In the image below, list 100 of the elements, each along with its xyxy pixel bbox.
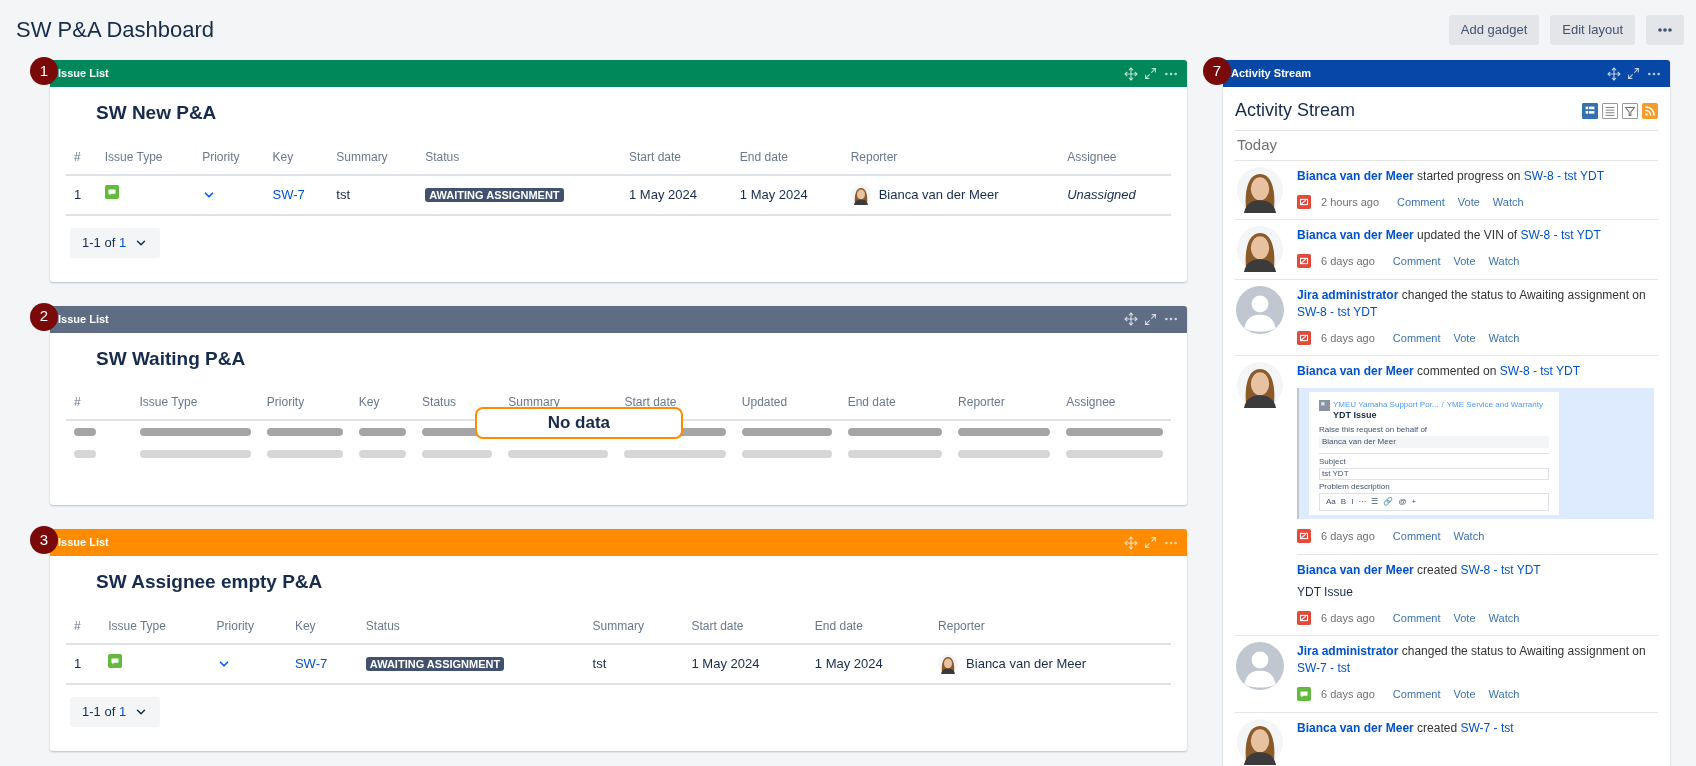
action-link[interactable]: Comment <box>1392 329 1441 346</box>
column-header[interactable]: Assignee <box>1067 149 1117 164</box>
action-link[interactable]: Watch <box>1488 329 1520 346</box>
column-header[interactable]: Start date <box>691 618 744 633</box>
column-header[interactable]: Reporter <box>938 618 985 633</box>
breadcrumb-item[interactable]: YMEU Yamaha Support Por... <box>1333 400 1439 410</box>
action-link[interactable]: Watch <box>1488 609 1520 626</box>
column-header[interactable]: Issue Type <box>104 149 163 164</box>
toolbar-button[interactable]: @ <box>1398 497 1407 507</box>
action-link[interactable]: Vote <box>1453 253 1476 270</box>
table-cell: 1 <box>74 186 82 202</box>
toolbar-button[interactable]: Aa <box>1326 497 1336 507</box>
action-link[interactable]: Watch <box>1488 253 1520 270</box>
column-header[interactable]: Status <box>422 395 457 409</box>
activity-text: Jira administrator changed the status to Awaiting assignment on SW-8 - tst YDT <box>1297 286 1647 321</box>
column-header[interactable]: # <box>74 149 81 164</box>
column-header[interactable]: # <box>74 395 81 409</box>
table-cell: 1 May 2024 <box>814 655 883 671</box>
column-header[interactable]: End date <box>847 395 896 409</box>
input-field[interactable]: tst YDT <box>1319 468 1549 480</box>
activity-text: Bianca van der Meer created SW-7 - tst <box>1297 719 1515 737</box>
breadcrumb-item[interactable]: / <box>1441 400 1444 410</box>
issue-link[interactable]: SW-8 - tst YDT <box>1520 228 1601 242</box>
column-header[interactable]: Summary <box>508 395 560 409</box>
column-header[interactable]: End date <box>739 149 788 164</box>
action-link[interactable]: Watch <box>1488 686 1520 703</box>
table-cell: 1 May 2024 <box>691 655 760 671</box>
action-link[interactable]: Comment <box>1397 193 1445 210</box>
pagination-button[interactable]: 1-1 of 1 <box>70 696 161 727</box>
issue-link[interactable]: SW-7 - tst <box>1297 661 1351 675</box>
pagination-button[interactable]: 1-1 of 1 <box>70 227 161 258</box>
column-header[interactable]: Issue Type <box>139 395 198 409</box>
column-header[interactable]: Status <box>425 149 460 164</box>
column-header[interactable]: # <box>74 618 81 633</box>
column-header[interactable]: Status <box>365 618 400 633</box>
user-name: Bianca van der Meer <box>878 185 999 204</box>
toolbar-button[interactable]: ☰ <box>1371 497 1379 507</box>
issue-summary: YDT Issue <box>1297 583 1354 601</box>
action-link[interactable]: Vote <box>1457 193 1480 210</box>
column-header[interactable]: End date <box>814 618 863 633</box>
action-link[interactable]: Comment <box>1392 528 1441 545</box>
column-header[interactable]: Issue Type <box>108 618 166 633</box>
issue-link[interactable]: SW-7 - tst <box>1460 720 1514 735</box>
issue-key-link[interactable]: SW-7 <box>272 186 305 202</box>
column-header[interactable]: Summary <box>336 149 388 164</box>
column-header[interactable]: Updated <box>741 395 788 409</box>
gadget-title: Issue List <box>58 66 109 82</box>
activity-text: Bianca van der Meer commented on SW-8 - tst YDT <box>1297 363 1582 380</box>
toolbar-button[interactable]: I <box>1351 497 1354 507</box>
action-link[interactable]: Watch <box>1453 528 1485 545</box>
user-link[interactable]: Bianca van der Meer <box>1297 364 1414 378</box>
status-lozenge: AWAITING ASSIGNMENT <box>425 187 564 202</box>
editor-field[interactable]: Aa B I ··· ☰ 🔗 @ + <box>1319 493 1549 511</box>
column-header[interactable]: Priority <box>216 618 254 633</box>
action-link[interactable]: Comment <box>1392 686 1441 703</box>
user-link[interactable]: Bianca van der Meer <box>1297 228 1414 242</box>
action-link[interactable]: Vote <box>1453 329 1476 346</box>
table-cell: tst <box>592 655 607 671</box>
gadget-title: Issue List <box>58 535 109 551</box>
timestamp: 6 days ago <box>1321 687 1375 702</box>
issue-link[interactable]: SW-8 - tst YDT <box>1297 304 1378 319</box>
user-link[interactable]: Bianca van der Meer <box>1297 168 1414 183</box>
toolbar-button[interactable]: 🔗 <box>1383 497 1394 507</box>
breadcrumb-item[interactable]: YME Service and Warranty <box>1446 400 1543 410</box>
issue-link[interactable]: SW-8 - tst YDT <box>1523 168 1605 183</box>
column-header[interactable]: Assignee <box>1066 395 1116 409</box>
user-link[interactable]: Bianca van der Meer <box>1297 562 1414 577</box>
toolbar-button[interactable]: Add gadget <box>1448 14 1540 45</box>
user-link[interactable]: Jira administrator <box>1297 287 1399 302</box>
issue-link[interactable]: SW-8 - tst YDT <box>1460 562 1541 577</box>
activity-text: Bianca van der Meer created SW-8 - tst YDT <box>1297 561 1542 579</box>
column-header[interactable]: Priority <box>202 149 240 164</box>
column-header[interactable]: Reporter <box>958 395 1005 409</box>
action-link[interactable]: Comment <box>1392 253 1441 270</box>
column-header[interactable]: Summary <box>592 618 644 633</box>
column-header[interactable]: Start date <box>624 395 677 409</box>
user-link[interactable]: Jira administrator <box>1297 644 1399 658</box>
action-link[interactable]: Vote <box>1453 686 1476 703</box>
action-link[interactable]: Vote <box>1453 609 1476 626</box>
user-link[interactable]: Bianca van der Meer <box>1297 720 1414 735</box>
column-header[interactable]: Key <box>294 618 316 633</box>
action-link[interactable]: Comment <box>1392 609 1441 626</box>
action-link[interactable]: Watch <box>1492 193 1524 210</box>
issue-key-link[interactable]: SW-7 <box>294 655 328 671</box>
form-label: Problem description <box>1319 482 1391 492</box>
attachment-preview[interactable]: YMEU Yamaha Support Por... / YME Service and Warranty YDT Issue Raise this request on behalf of Bianca van der Meer Subject tst YDT Problem description Aa B I ··· ☰ 🔗 @ + <box>1297 388 1654 519</box>
column-header[interactable]: Priority <box>266 395 305 409</box>
select-field[interactable]: Bianca van der Meer <box>1319 436 1549 448</box>
toolbar-button[interactable]: Edit layout <box>1550 14 1635 45</box>
toolbar-button[interactable]: B <box>1340 497 1347 507</box>
toolbar-button[interactable]: ··· <box>1358 497 1367 507</box>
toolbar-button[interactable]: + <box>1411 497 1417 507</box>
issue-link[interactable]: SW-8 - tst YDT <box>1499 364 1581 378</box>
column-header[interactable]: Key <box>272 149 294 164</box>
column-header[interactable]: Start date <box>629 149 682 164</box>
day-heading: Today <box>1236 135 1279 155</box>
user-name: Bianca van der Meer <box>966 654 1087 673</box>
column-header[interactable]: Reporter <box>850 149 898 164</box>
activity-heading: Activity Stream <box>1235 99 1356 122</box>
column-header[interactable]: Key <box>358 395 380 409</box>
